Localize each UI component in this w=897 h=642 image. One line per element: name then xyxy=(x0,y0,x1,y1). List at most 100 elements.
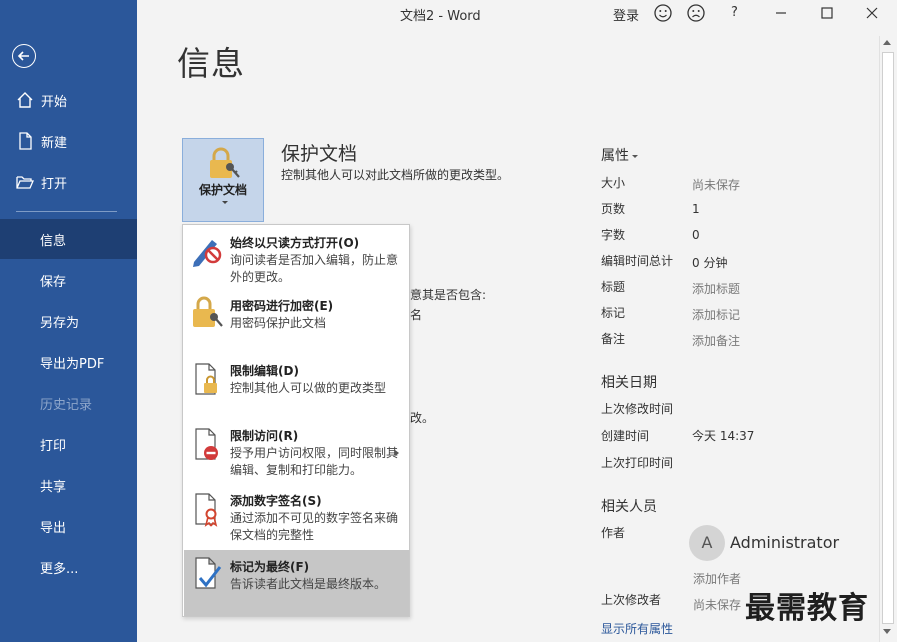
prop-label: 大小 xyxy=(601,176,626,190)
sidebar-item-save-as[interactable]: 另存为 xyxy=(0,301,137,341)
manage-text-fragment: 改。 xyxy=(410,411,435,425)
doc-ribbon-icon xyxy=(195,493,218,527)
menu-item-description: 控制其他人可以做的更改类型 xyxy=(230,381,387,395)
sidebar-item-label: 信息 xyxy=(40,233,67,249)
prop-label: 标记 xyxy=(601,306,626,320)
help-button[interactable]: ? xyxy=(731,5,738,20)
menu-item-restrict-editing[interactable]: 限制编辑(D) 控制其他人可以做的更改类型 xyxy=(184,354,409,417)
sidebar-item-label: 开始 xyxy=(41,94,68,110)
menu-item-title: 限制访问(R) xyxy=(230,429,299,443)
lock-key-icon xyxy=(193,296,223,327)
menu-item-title: 添加数字签名(S) xyxy=(230,494,322,508)
doc-restricted-icon xyxy=(195,428,218,460)
prop-value-words: 0 xyxy=(692,228,700,242)
prop-value-title[interactable]: 添加标题 xyxy=(692,280,740,297)
prop-value-pages: 1 xyxy=(692,202,700,216)
scroll-down-icon[interactable] xyxy=(883,629,891,634)
doc-lock-icon xyxy=(195,363,217,395)
sidebar-item-label: 保存 xyxy=(40,274,67,290)
properties-header: 属性 xyxy=(601,148,629,164)
back-arrow-icon xyxy=(17,51,29,61)
prop-label: 页数 xyxy=(601,202,626,216)
inspect-text-fragment: 意其是否包含: xyxy=(410,288,487,302)
smile-feedback-icon[interactable] xyxy=(653,3,673,23)
date-label: 创建时间 xyxy=(601,429,650,443)
protect-document-button[interactable]: 保护文档 xyxy=(182,138,264,222)
last-modified-by-value: 尚未保存 xyxy=(693,598,742,612)
menu-item-description: 通过添加不可见的数字签名来确保文档的完整性 xyxy=(230,511,399,542)
maximize-icon[interactable] xyxy=(817,3,837,23)
avatar: A xyxy=(689,525,725,561)
prop-value-size: 尚未保存 xyxy=(692,178,741,192)
menu-item-title: 用密码进行加密(E) xyxy=(230,299,334,313)
prop-label: 编辑时间总计 xyxy=(601,254,674,268)
sidebar-item-more[interactable]: 更多... xyxy=(0,547,137,587)
menu-item-description: 授予用户访问权限，同时限制其编辑、复制和打印能力。 xyxy=(230,446,399,477)
submenu-arrow-icon xyxy=(395,450,399,456)
sidebar-item-label: 历史记录 xyxy=(40,397,93,413)
chevron-down-icon xyxy=(632,154,638,158)
protect-document-menu: 始终以只读方式打开(O) 询问读者是否加入编辑，防止意外的更改。 用密码进行加密… xyxy=(182,224,410,617)
last-modified-by-label: 上次修改者 xyxy=(601,593,662,607)
sidebar-item-label: 导出为PDF xyxy=(40,356,105,372)
show-all-properties-link[interactable]: 显示所有属性 xyxy=(601,620,673,637)
watermark-logo: 最需教育 xyxy=(745,591,869,626)
sign-in-link[interactable]: 登录 xyxy=(613,5,639,24)
folder-open-icon xyxy=(16,176,34,189)
scroll-up-icon[interactable] xyxy=(883,40,891,45)
sidebar-item-export[interactable]: 导出 xyxy=(0,506,137,546)
doc-check-icon xyxy=(195,557,222,589)
sidebar-item-label: 导出 xyxy=(40,520,67,536)
protect-section-description: 控制其他人可以对此文档所做的更改类型。 xyxy=(281,168,510,182)
frown-feedback-icon[interactable] xyxy=(686,3,706,23)
scrollbar-thumb[interactable] xyxy=(882,52,894,624)
home-icon xyxy=(17,92,33,108)
minimize-icon[interactable] xyxy=(771,3,791,23)
sidebar-item-history: 历史记录 xyxy=(0,383,137,423)
page-title: 信息 xyxy=(177,44,245,83)
sidebar-item-share[interactable]: 共享 xyxy=(0,465,137,505)
backstage-sidebar: 开始 新建 打开 信息 保存 另存为 导出为PDF 历史记录 打印 共享 导出 … xyxy=(0,0,137,642)
date-label: 上次打印时间 xyxy=(601,456,674,470)
sidebar-item-info[interactable]: 信息 xyxy=(0,219,137,259)
sidebar-item-label: 打开 xyxy=(41,176,68,192)
menu-item-title: 始终以只读方式打开(O) xyxy=(230,236,360,250)
protect-section-title: 保护文档 xyxy=(281,143,358,165)
author-label: 作者 xyxy=(601,526,626,540)
menu-item-restrict-access[interactable]: 限制访问(R) 授予用户访问权限，同时限制其编辑、复制和打印能力。 xyxy=(184,419,409,482)
prop-value-comments[interactable]: 添加备注 xyxy=(692,332,740,349)
properties-dropdown[interactable]: 属性 xyxy=(601,145,638,165)
menu-item-description: 告诉读者此文档是最终版本。 xyxy=(230,577,387,591)
menu-item-digital-signature[interactable]: 添加数字签名(S) 通过添加不可见的数字签名来确保文档的完整性 xyxy=(184,484,409,547)
protect-document-label: 保护文档 xyxy=(198,183,247,197)
menu-item-encrypt-password[interactable]: 用密码进行加密(E) 用密码保护此文档 xyxy=(184,289,409,352)
prop-value-edit-time: 0 分钟 xyxy=(692,256,728,270)
chevron-down-icon xyxy=(222,201,228,204)
pen-no-edit-icon xyxy=(193,240,222,267)
sidebar-item-new[interactable]: 新建 xyxy=(0,121,137,161)
sidebar-item-label: 共享 xyxy=(40,479,67,495)
add-author-link[interactable]: 添加作者 xyxy=(693,570,741,587)
sidebar-item-label: 另存为 xyxy=(40,315,80,331)
sidebar-item-home[interactable]: 开始 xyxy=(0,80,137,120)
new-doc-icon xyxy=(19,132,32,150)
sidebar-divider xyxy=(16,211,117,212)
prop-label: 字数 xyxy=(601,228,626,242)
sidebar-item-save[interactable]: 保存 xyxy=(0,260,137,300)
window-title: 文档2 - Word xyxy=(400,9,481,24)
menu-item-read-only[interactable]: 始终以只读方式打开(O) 询问读者是否加入编辑，防止意外的更改。 xyxy=(184,226,409,289)
menu-item-title: 限制编辑(D) xyxy=(230,364,299,378)
sidebar-item-label: 打印 xyxy=(40,438,67,454)
author-name[interactable]: Administrator xyxy=(730,533,839,552)
prop-value-tags[interactable]: 添加标记 xyxy=(692,306,740,323)
close-icon[interactable] xyxy=(862,3,882,23)
related-dates-header: 相关日期 xyxy=(601,375,657,391)
sidebar-item-print[interactable]: 打印 xyxy=(0,424,137,464)
menu-item-mark-final[interactable]: 标记为最终(F) 告诉读者此文档是最终版本。 xyxy=(184,550,409,616)
date-value-created: 今天 14:37 xyxy=(692,429,755,443)
sidebar-item-open[interactable]: 打开 xyxy=(0,162,137,202)
back-button[interactable] xyxy=(12,44,36,68)
sidebar-item-export-pdf[interactable]: 导出为PDF xyxy=(0,342,137,382)
menu-item-description: 询问读者是否加入编辑，防止意外的更改。 xyxy=(230,253,399,284)
related-people-header: 相关人员 xyxy=(601,499,657,515)
